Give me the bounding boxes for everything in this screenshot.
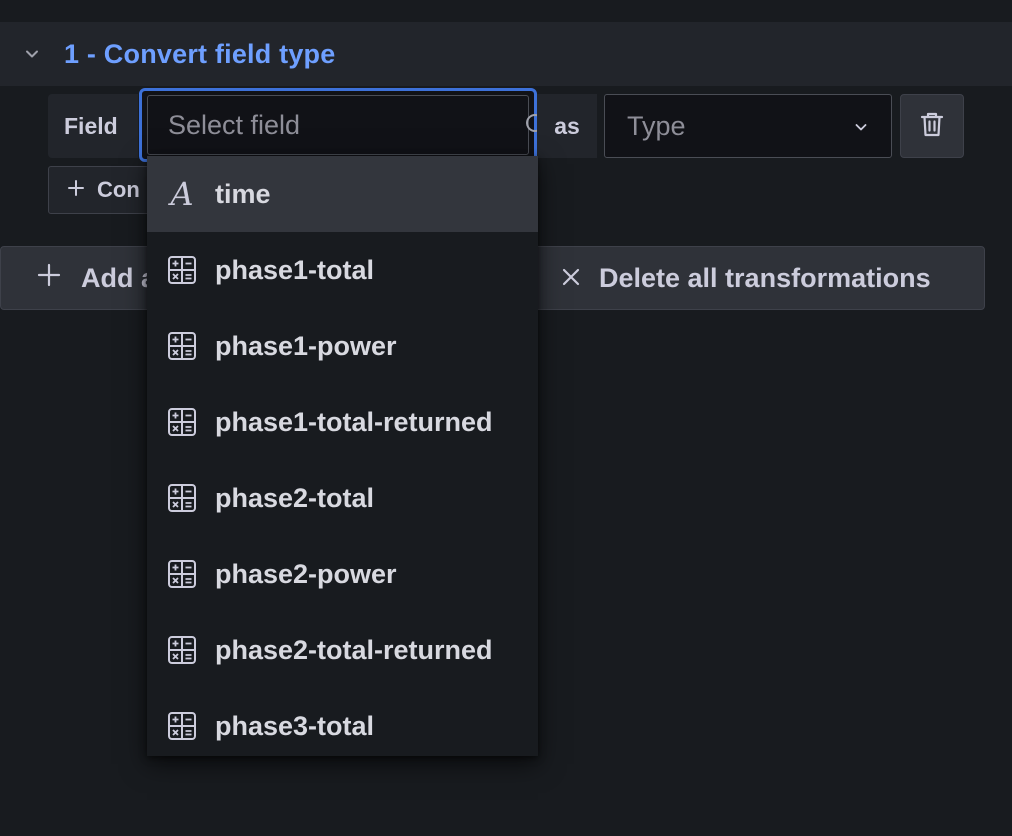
number-type-icon <box>167 483 197 513</box>
type-select[interactable]: Type <box>604 94 892 158</box>
field-option[interactable]: A time <box>147 156 538 232</box>
field-label: Field <box>48 94 138 158</box>
select-field-input[interactable] <box>148 108 524 142</box>
add-another-label: Add a <box>81 262 157 293</box>
field-option[interactable]: phase1-total <box>147 232 538 308</box>
transformation-header[interactable]: 1 - Convert field type <box>0 22 1012 86</box>
field-option-label: phase3-total <box>215 710 375 741</box>
plus-icon <box>37 263 61 294</box>
delete-all-label: Delete all transformations <box>599 262 931 293</box>
field-option[interactable]: phase1-total-returned <box>147 384 538 460</box>
plus-icon <box>67 177 85 203</box>
field-option[interactable]: phase3-total <box>147 688 538 764</box>
field-option[interactable]: phase1-power <box>147 308 538 384</box>
add-conversion-label: Con <box>97 177 140 202</box>
transformations-editor: 1 - Convert field type Field as Type <box>0 0 1012 836</box>
select-field-box[interactable] <box>147 95 548 155</box>
field-option-label: phase2-total <box>215 482 375 513</box>
delete-all-transformations-button[interactable]: Delete all transformations <box>520 246 985 310</box>
number-type-icon <box>167 711 197 741</box>
field-option-label: phase2-power <box>215 558 397 589</box>
field-options-menu: A time phase1-total phase1-power phase1-… <box>147 156 538 756</box>
field-option-label: phase1-total <box>215 254 375 285</box>
field-option[interactable]: phase2-power <box>147 536 538 612</box>
trash-icon <box>919 110 945 143</box>
number-type-icon <box>167 331 197 361</box>
chevron-down-icon[interactable] <box>22 44 42 64</box>
select-field-control[interactable] <box>139 88 548 162</box>
close-icon <box>561 263 581 294</box>
chevron-down-icon <box>853 111 869 142</box>
number-type-icon <box>167 255 197 285</box>
number-type-icon <box>167 635 197 665</box>
field-option-label: phase1-total-returned <box>215 406 493 437</box>
number-type-icon <box>167 407 197 437</box>
string-type-icon: A <box>170 175 194 213</box>
field-option[interactable]: phase2-total <box>147 460 538 536</box>
field-option-label: time <box>215 178 271 209</box>
field-option-label: phase2-total-returned <box>215 634 493 665</box>
transformation-title[interactable]: 1 - Convert field type <box>64 22 335 86</box>
number-type-icon <box>167 559 197 589</box>
as-label: as <box>537 94 597 158</box>
field-option[interactable]: phase2-total-returned <box>147 612 538 688</box>
field-option-label: phase1-power <box>215 330 397 361</box>
type-select-placeholder: Type <box>627 110 686 141</box>
delete-conversion-button[interactable] <box>900 94 964 158</box>
